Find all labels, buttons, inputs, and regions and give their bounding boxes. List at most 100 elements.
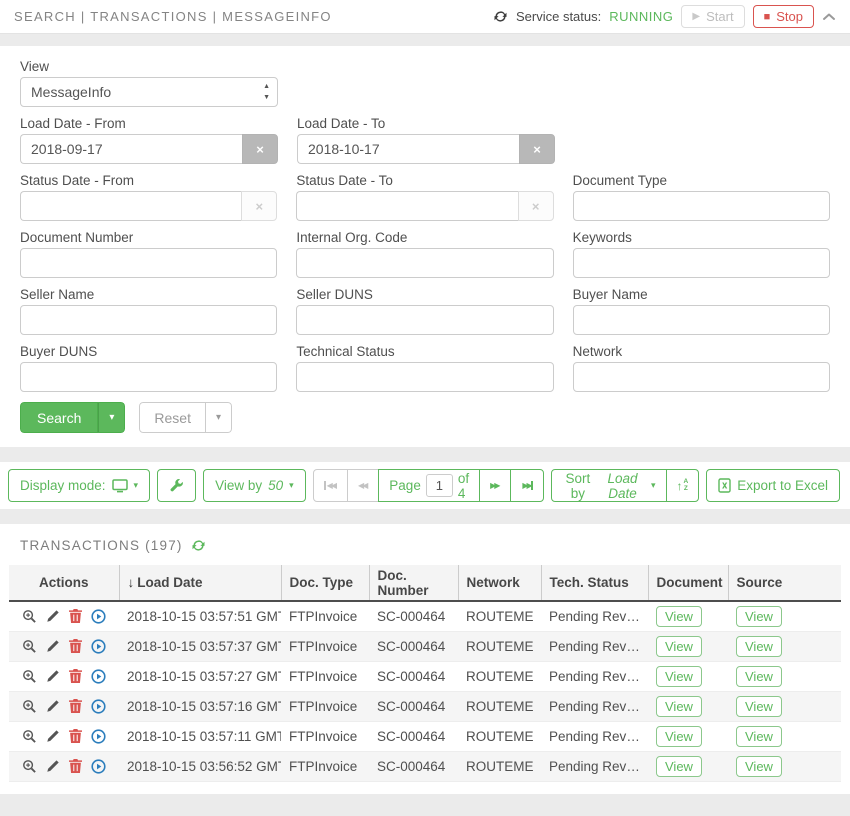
run-play-icon[interactable] <box>91 729 106 744</box>
export-excel-label: Export to Excel <box>737 478 828 493</box>
document-number-field: Document Number <box>20 229 277 278</box>
view-source-button[interactable]: View <box>736 756 782 777</box>
edit-pencil-icon[interactable] <box>46 729 60 743</box>
view-document-button[interactable]: View <box>656 696 702 717</box>
view-source-button[interactable]: View <box>736 636 782 657</box>
delete-trash-icon[interactable] <box>69 609 82 623</box>
monitor-icon <box>112 479 128 493</box>
table-row: 2018-10-15 03:57:51 GMT FTPInvoice SC-00… <box>9 601 841 631</box>
refresh-results-icon[interactable] <box>191 538 206 553</box>
first-page-button[interactable]: ◀◀ <box>313 469 348 502</box>
sort-by-value: Load Date <box>599 471 646 501</box>
buyer-duns-field: Buyer DUNS <box>20 343 277 392</box>
run-play-icon[interactable] <box>91 639 106 654</box>
view-by-button[interactable]: View by 50 ▾ <box>203 469 306 502</box>
service-status-value: RUNNING <box>609 9 673 24</box>
buyer-name-label: Buyer Name <box>573 286 830 303</box>
zoom-in-icon[interactable] <box>22 759 37 774</box>
technical-status-input[interactable] <box>296 362 553 392</box>
seller-name-input[interactable] <box>20 305 277 335</box>
status-date-to-clear-button[interactable]: × <box>518 191 554 221</box>
status-date-from-input[interactable] <box>20 191 241 221</box>
settings-wrench-button[interactable] <box>157 469 196 502</box>
pagination-group: ◀◀ ◀◀ Page of 4 ▶▶ ▶▶ <box>313 469 544 502</box>
service-status-area: Service status: RUNNING ▶ Start ■ Stop <box>493 5 836 28</box>
load-date-to-field: Load Date - To × <box>297 115 555 164</box>
reset-dropdown-caret[interactable]: ▾ <box>206 402 232 433</box>
prev-page-button[interactable]: ◀◀ <box>347 469 379 502</box>
view-document-button[interactable]: View <box>656 666 702 687</box>
zoom-in-icon[interactable] <box>22 729 37 744</box>
sort-direction-button[interactable]: ↑ AZ <box>666 469 700 502</box>
internal-org-code-input[interactable] <box>296 248 553 278</box>
stop-button[interactable]: ■ Stop <box>753 5 814 28</box>
form-row-buyer: Buyer DUNS Technical Status Network <box>20 343 830 392</box>
delete-trash-icon[interactable] <box>69 639 82 653</box>
buyer-duns-input[interactable] <box>20 362 277 392</box>
status-date-from-field: Status Date - From × <box>20 172 277 221</box>
run-play-icon[interactable] <box>91 759 106 774</box>
collapse-chevron-up-icon[interactable] <box>822 12 836 22</box>
col-header-tech-status: Tech. Status <box>541 565 648 601</box>
delete-trash-icon[interactable] <box>69 759 82 773</box>
status-date-from-clear-button[interactable]: × <box>241 191 277 221</box>
last-page-button[interactable]: ▶▶ <box>510 469 543 502</box>
load-date-from-field: Load Date - From × <box>20 115 278 164</box>
cell-doc-type: FTPInvoice <box>281 601 369 631</box>
load-date-from-clear-button[interactable]: × <box>242 134 278 164</box>
caret-down-icon: ▾ <box>651 481 656 490</box>
document-number-label: Document Number <box>20 229 277 246</box>
document-type-input[interactable] <box>573 191 830 221</box>
display-mode-button[interactable]: Display mode: ▾ <box>8 469 150 502</box>
delete-trash-icon[interactable] <box>69 699 82 713</box>
sort-alpha-icon: ↑ AZ <box>677 479 689 493</box>
delete-trash-icon[interactable] <box>69 729 82 743</box>
zoom-in-icon[interactable] <box>22 639 37 654</box>
edit-pencil-icon[interactable] <box>46 609 60 623</box>
results-panel: TRANSACTIONS (197) Actions ↓Load Date Do… <box>0 524 850 794</box>
run-play-icon[interactable] <box>91 699 106 714</box>
next-page-button[interactable]: ▶▶ <box>479 469 511 502</box>
view-source-button[interactable]: View <box>736 606 782 627</box>
view-document-button[interactable]: View <box>656 636 702 657</box>
view-source-button[interactable]: View <box>736 696 782 717</box>
load-date-to-clear-button[interactable]: × <box>519 134 555 164</box>
network-input[interactable] <box>573 362 830 392</box>
cell-doc-type: FTPInvoice <box>281 661 369 691</box>
zoom-in-icon[interactable] <box>22 699 37 714</box>
cell-load-date: 2018-10-15 03:57:27 GMT <box>119 661 281 691</box>
table-header-row: Actions ↓Load Date Doc. Type Doc. Number… <box>9 565 841 601</box>
delete-trash-icon[interactable] <box>69 669 82 683</box>
edit-pencil-icon[interactable] <box>46 699 60 713</box>
seller-duns-input[interactable] <box>296 305 553 335</box>
run-play-icon[interactable] <box>91 609 106 624</box>
buyer-name-input[interactable] <box>573 305 830 335</box>
refresh-status-icon[interactable] <box>493 9 508 24</box>
document-number-input[interactable] <box>20 248 277 278</box>
cell-doc-type: FTPInvoice <box>281 691 369 721</box>
edit-pencil-icon[interactable] <box>46 759 60 773</box>
start-button[interactable]: ▶ Start <box>681 5 744 28</box>
internal-org-code-field: Internal Org. Code <box>296 229 553 278</box>
view-document-button[interactable]: View <box>656 756 702 777</box>
keywords-input[interactable] <box>573 248 830 278</box>
search-dropdown-caret[interactable]: ▾ <box>98 402 125 433</box>
edit-pencil-icon[interactable] <box>46 669 60 683</box>
run-play-icon[interactable] <box>91 669 106 684</box>
export-excel-button[interactable]: Export to Excel <box>706 469 840 502</box>
load-date-from-input[interactable] <box>20 134 242 164</box>
reset-button[interactable]: Reset <box>139 402 206 433</box>
search-button[interactable]: Search <box>20 402 98 433</box>
status-date-to-input[interactable] <box>296 191 517 221</box>
view-select[interactable]: MessageInfo <box>20 77 278 107</box>
zoom-in-icon[interactable] <box>22 669 37 684</box>
view-source-button[interactable]: View <box>736 726 782 747</box>
edit-pencil-icon[interactable] <box>46 639 60 653</box>
sort-by-button[interactable]: Sort by Load Date ▾ <box>551 469 667 502</box>
view-document-button[interactable]: View <box>656 726 702 747</box>
view-source-button[interactable]: View <box>736 666 782 687</box>
view-document-button[interactable]: View <box>656 606 702 627</box>
load-date-to-input[interactable] <box>297 134 519 164</box>
zoom-in-icon[interactable] <box>22 609 37 624</box>
page-input[interactable] <box>426 474 453 497</box>
